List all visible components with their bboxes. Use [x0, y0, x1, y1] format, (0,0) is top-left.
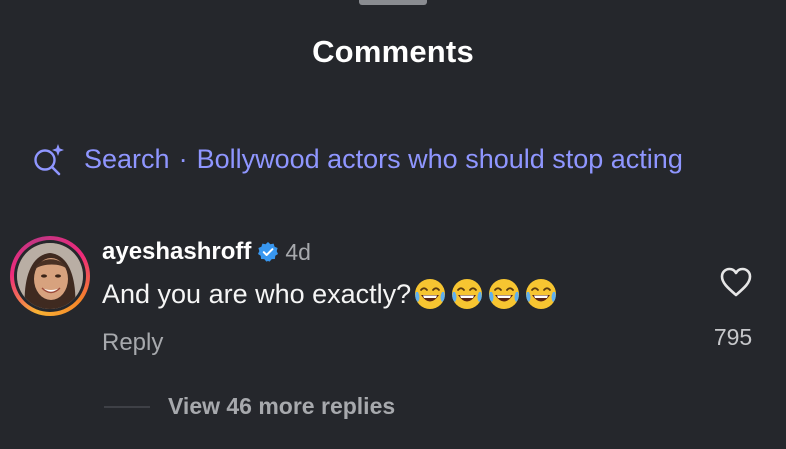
- comment-timestamp: 4d: [285, 238, 311, 265]
- search-prefix: Search: [84, 143, 170, 174]
- view-replies-label: View 46 more replies: [168, 393, 396, 419]
- comment-body: And you are who exactly?: [102, 277, 561, 311]
- avatar: [17, 243, 83, 309]
- laughing-emoji-icon: [450, 277, 484, 311]
- avatar-story-ring[interactable]: [10, 236, 90, 316]
- laughing-emoji-icon: [413, 277, 447, 311]
- sheet-drag-handle[interactable]: [359, 0, 427, 5]
- verified-badge-icon: [257, 241, 279, 263]
- laughing-emoji-icon: [487, 277, 521, 311]
- search-query: Bollywood actors who should stop acting: [196, 143, 683, 174]
- comment-item: ayeshashroff 4d And you are who exactly?: [0, 228, 786, 368]
- replies-divider-line: [104, 405, 150, 408]
- search-separator: ·: [178, 143, 188, 174]
- view-more-replies[interactable]: View 46 more replies: [104, 393, 395, 420]
- sparkle-search-icon: [32, 142, 66, 176]
- search-suggestion[interactable]: Search · Bollywood actors who should sto…: [32, 142, 683, 176]
- emoji-list: [413, 277, 561, 311]
- page-title: Comments: [312, 34, 474, 69]
- comment-header: ayeshashroff 4d: [102, 238, 311, 266]
- heart-icon: [720, 267, 752, 297]
- laughing-emoji-icon: [524, 277, 558, 311]
- comment-username[interactable]: ayeshashroff: [102, 238, 251, 266]
- like-count: 795: [713, 324, 753, 350]
- comment-text: And you are who exactly?: [102, 278, 412, 309]
- reply-button[interactable]: Reply: [102, 329, 163, 357]
- like-button[interactable]: [706, 266, 766, 298]
